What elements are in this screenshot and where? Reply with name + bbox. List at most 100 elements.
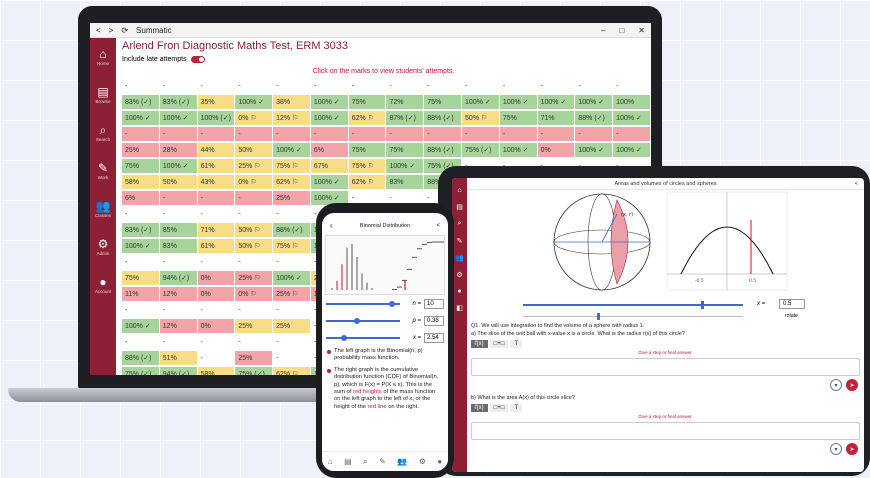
mark-cell[interactable]: 25% <box>235 319 273 333</box>
mark-cell[interactable]: 50% <box>235 143 273 157</box>
mark-cell[interactable]: - <box>197 191 235 205</box>
tablet-sidebar-icon[interactable]: ⚙ <box>452 271 467 279</box>
phone-nav-icon[interactable]: ⌂ <box>328 457 333 466</box>
mark-cell[interactable]: 75% ⚐ <box>273 159 310 173</box>
mark-cell[interactable]: 50% ⚐ <box>235 223 273 237</box>
mark-cell[interactable]: 6% <box>122 191 159 205</box>
mark-cell[interactable]: 94% (✓) <box>159 367 197 375</box>
param-slider-knob[interactable] <box>354 317 361 324</box>
phone-nav-icon[interactable]: ▤ <box>344 457 352 466</box>
mark-cell[interactable]: 62% ⚐ <box>348 175 386 189</box>
mark-cell[interactable]: 75% <box>386 143 424 157</box>
mark-cell[interactable]: - <box>348 127 386 141</box>
mark-cell[interactable]: 100% ✓ <box>235 95 273 109</box>
mark-cell[interactable]: 25% ⚐ <box>273 287 310 301</box>
mark-cell[interactable]: 100% ✓ <box>537 95 575 109</box>
mark-cell[interactable]: 43% <box>197 175 235 189</box>
mark-cell[interactable]: 0% <box>537 143 575 157</box>
tablet-sidebar-icon[interactable]: ⌕ <box>452 220 467 228</box>
mark-cell[interactable]: 75% ⚐ <box>348 159 386 173</box>
sidebar-item-home[interactable]: ⌂ Home <box>90 38 116 76</box>
mark-cell[interactable]: 75% (✓) <box>235 367 273 375</box>
mark-cell[interactable]: 100% ✓ <box>462 95 499 109</box>
mark-cell[interactable]: 71% <box>537 111 575 125</box>
mark-cell[interactable]: 50% ⚐ <box>462 111 499 125</box>
mark-cell[interactable]: 72% <box>386 95 424 109</box>
refresh-icon[interactable]: ⟳ <box>121 26 128 35</box>
mark-cell[interactable]: 100% ✓ <box>310 175 348 189</box>
back-icon[interactable]: < <box>96 26 101 35</box>
answer-input-b[interactable] <box>471 422 860 440</box>
mark-cell[interactable]: 100% ✓ <box>575 143 613 157</box>
param-slider-knob[interactable] <box>388 300 395 307</box>
mark-cell[interactable]: 25% ⚐ <box>235 159 273 173</box>
mark-cell[interactable]: 85% <box>159 223 197 237</box>
mark-cell[interactable]: - <box>424 127 462 141</box>
mark-cell[interactable]: - <box>575 127 613 141</box>
sidebar-item-search[interactable]: ⌕ Search <box>90 114 116 152</box>
mark-cell[interactable]: 67% <box>310 159 348 173</box>
mark-cell[interactable]: - <box>122 127 159 141</box>
mark-cell[interactable]: 75% (✓) <box>462 143 499 157</box>
mark-cell[interactable]: 58% <box>122 175 159 189</box>
mark-cell[interactable]: 71% <box>197 223 235 237</box>
mark-cell[interactable]: 100% ✓ <box>310 111 348 125</box>
mark-cell[interactable]: - <box>235 191 273 205</box>
mark-cell[interactable]: 75% <box>499 111 537 125</box>
mark-cell[interactable]: 75% <box>122 271 159 285</box>
x-slider-knob[interactable] <box>701 301 704 309</box>
mark-cell[interactable]: 75% <box>122 159 159 173</box>
mark-cell[interactable]: 100% (✓) <box>197 111 235 125</box>
mark-cell[interactable]: - <box>613 127 650 141</box>
param-value-field[interactable]: 10 <box>424 298 444 309</box>
param-value-field[interactable]: 0.38 <box>424 315 444 326</box>
mark-cell[interactable]: 100% ✓ <box>499 95 537 109</box>
minimize-icon[interactable]: – <box>601 26 605 35</box>
mark-cell[interactable]: - <box>235 127 273 141</box>
mark-cell[interactable]: - <box>159 191 197 205</box>
mark-cell[interactable]: 0% ⚐ <box>235 175 273 189</box>
rotate-slider-track[interactable] <box>523 316 743 317</box>
param-slider-track[interactable] <box>326 317 400 324</box>
mark-cell[interactable]: 50% <box>159 175 197 189</box>
mark-cell[interactable]: - <box>462 127 499 141</box>
mark-cell[interactable]: 75% <box>424 95 462 109</box>
tablet-sidebar-icon[interactable]: 👥 <box>452 254 467 262</box>
close-icon[interactable]: ✕ <box>638 26 645 35</box>
mark-cell[interactable]: 0% ⚐ <box>235 111 273 125</box>
sidebar-item-browse[interactable]: ▤ Browse <box>90 76 116 114</box>
mark-cell[interactable]: 62% ⚐ <box>273 175 310 189</box>
mark-cell[interactable]: - <box>273 127 310 141</box>
function-tool-button[interactable]: f(x) <box>471 340 488 348</box>
text-tool-button[interactable]: T <box>510 340 523 348</box>
mark-cell[interactable]: 88% (✓) <box>122 351 159 365</box>
mark-cell[interactable]: 75% <box>348 95 386 109</box>
mark-cell[interactable]: 75% (✓) <box>122 367 159 375</box>
mark-cell[interactable]: 51% <box>159 351 197 365</box>
tablet-sidebar-icon[interactable]: ▤ <box>452 203 467 211</box>
mark-cell[interactable]: 25% <box>273 191 310 205</box>
mark-cell[interactable]: 35% <box>197 95 235 109</box>
mark-cell[interactable]: 75% ⚐ <box>273 239 310 253</box>
mark-cell[interactable]: 83% <box>386 175 424 189</box>
mark-cell[interactable]: 75% <box>348 143 386 157</box>
tablet-sidebar-icon[interactable]: ◧ <box>452 304 467 312</box>
mark-cell[interactable]: 87% (✓) <box>386 111 424 125</box>
param-slider-track[interactable] <box>326 334 400 341</box>
maximize-icon[interactable]: □ <box>619 26 624 35</box>
mark-cell[interactable]: 0% <box>197 319 235 333</box>
mark-cell[interactable]: - <box>159 127 197 141</box>
mark-cell[interactable]: 100% ✓ <box>310 95 348 109</box>
sidebar-item-work[interactable]: ✎ Work <box>90 152 116 190</box>
mark-cell[interactable]: 88% (✓) <box>575 111 613 125</box>
mark-cell[interactable]: 0% ⚐ <box>235 287 273 301</box>
tablet-sidebar-icon[interactable]: ⌂ <box>452 187 467 194</box>
sidebar-item-classes[interactable]: 👥 Classes <box>90 190 116 228</box>
mark-cell[interactable]: - <box>499 127 537 141</box>
mark-cell[interactable]: 12% <box>159 319 197 333</box>
mark-cell[interactable]: 83% (✓) <box>122 95 159 109</box>
mark-cell[interactable]: 100% ✓ <box>613 111 650 125</box>
mark-cell[interactable]: 25% <box>273 319 310 333</box>
x-slider-track[interactable] <box>523 304 743 306</box>
mark-cell[interactable]: 6% <box>310 143 348 157</box>
